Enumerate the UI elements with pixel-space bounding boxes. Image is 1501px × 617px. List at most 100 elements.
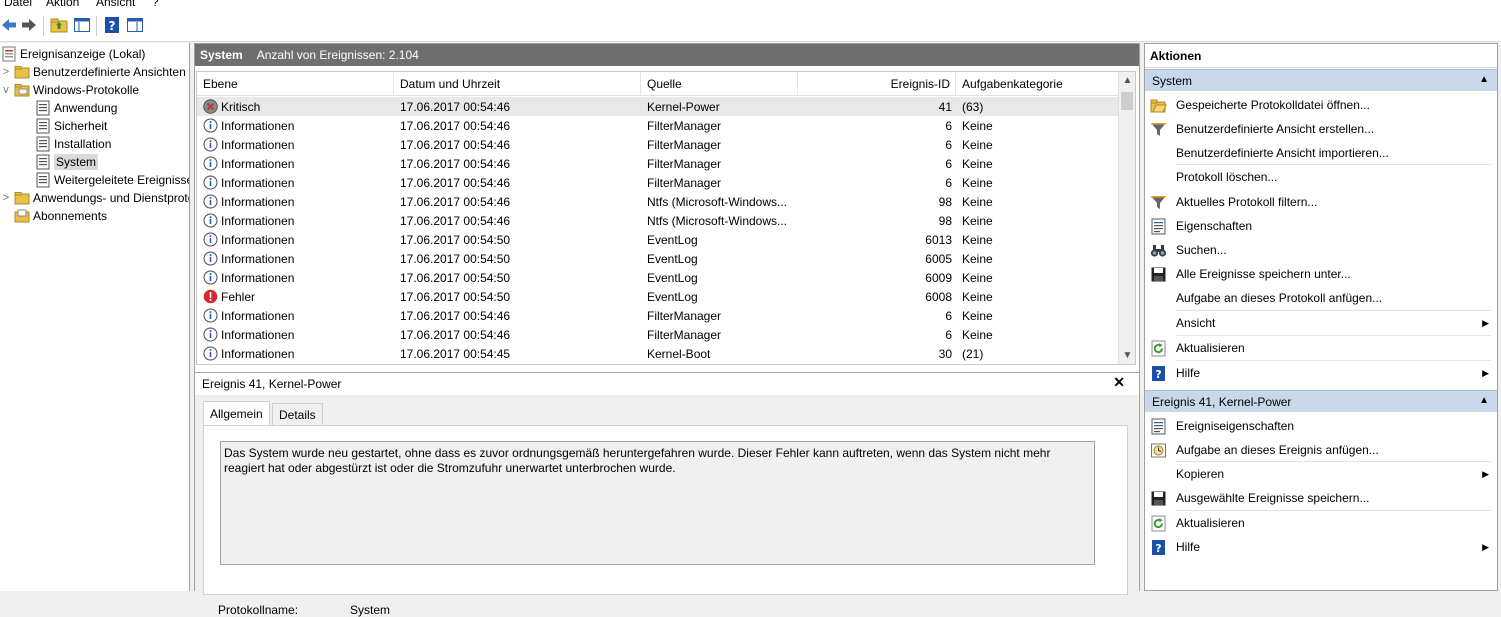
- table-row[interactable]: Informationen 17.06.2017 00:54:46 FilterMa…: [197, 173, 1119, 192]
- table-row[interactable]: Informationen 17.06.2017 00:54:46 FilterMa…: [197, 154, 1119, 173]
- action-item[interactable]: Protokoll löschen...: [1145, 165, 1497, 189]
- tree-item-forwarded-events[interactable]: Weitergeleitete Ereignisse: [35, 171, 189, 189]
- table-row[interactable]: Fehler 17.06.2017 00:54:50 EventLog 6008 Kei…: [197, 287, 1119, 306]
- menu-ansicht[interactable]: Ansicht: [96, 0, 135, 9]
- action-item[interactable]: Aufgabe an dieses Ereignis anfügen...: [1145, 438, 1497, 462]
- expand-chevron-icon[interactable]: >: [1, 66, 11, 78]
- folder-open-icon: [14, 82, 30, 98]
- table-row[interactable]: Informationen 17.06.2017 00:54:46 FilterMa…: [197, 135, 1119, 154]
- cell-id: 98: [798, 192, 952, 211]
- action-item[interactable]: Gespeicherte Protokolldatei öffnen...: [1145, 93, 1497, 117]
- table-row[interactable]: Kritisch 17.06.2017 00:54:46 Kernel-Power 4…: [197, 97, 1119, 116]
- tree-item-system[interactable]: System: [35, 153, 99, 171]
- cell-text: 6: [945, 175, 952, 190]
- action-item[interactable]: Aktualisieren: [1145, 511, 1497, 535]
- tree-item-label: Anwendungs- und Dienstprotokolle: [33, 191, 189, 205]
- tree-item-installation[interactable]: Installation: [35, 135, 111, 153]
- event-description[interactable]: Das System wurde neu gestartet, ohne das…: [220, 441, 1095, 565]
- action-item[interactable]: Benutzerdefinierte Ansicht erstellen...: [1145, 117, 1497, 141]
- info-icon: [203, 308, 218, 323]
- forward-button[interactable]: [20, 16, 38, 34]
- field-protokollname-value[interactable]: System: [350, 603, 390, 617]
- action-item[interactable]: Ansicht ▶: [1145, 311, 1497, 335]
- action-item[interactable]: ? Hilfe ▶: [1145, 535, 1497, 559]
- collapse-chevron-icon[interactable]: v: [1, 84, 11, 96]
- event-grid: Ebene Datum und Uhrzeit Quelle Ereignis-…: [196, 71, 1136, 365]
- table-row[interactable]: Informationen 17.06.2017 00:54:46 Ntfs (Mi…: [197, 211, 1119, 230]
- up-folder-button[interactable]: [50, 16, 68, 34]
- cell-date: 17.06.2017 00:54:50: [400, 287, 640, 306]
- close-detail-icon[interactable]: ✕: [1113, 374, 1125, 391]
- cell-category: Keine: [962, 268, 1112, 287]
- action-item[interactable]: Alle Ereignisse speichern unter...: [1145, 262, 1497, 286]
- cell-text: 6: [945, 137, 952, 152]
- table-row[interactable]: Informationen 17.06.2017 00:54:46 Ntfs (Mi…: [197, 192, 1119, 211]
- tree-item-custom-views[interactable]: > Benutzerdefinierte Ansichten: [1, 63, 186, 81]
- action-item[interactable]: Kopieren ▶: [1145, 462, 1497, 486]
- cell-category: Keine: [962, 135, 1112, 154]
- tree-item-subscriptions[interactable]: Abonnements: [14, 207, 107, 225]
- error-icon: [203, 289, 218, 304]
- action-item[interactable]: Suchen...: [1145, 238, 1497, 262]
- cell-text: 17.06.2017 00:54:46: [400, 213, 511, 228]
- tree-root[interactable]: Ereignisanzeige (Lokal): [1, 45, 145, 63]
- action-label: Kopieren: [1176, 467, 1225, 481]
- help-toolbar-button[interactable]: ?: [103, 16, 121, 34]
- log-icon: [35, 136, 51, 152]
- tree-item-anwendung[interactable]: Anwendung: [35, 99, 117, 117]
- filter-icon: [1150, 121, 1167, 138]
- action-label: Ereigniseigenschaften: [1176, 419, 1295, 433]
- table-row[interactable]: Informationen 17.06.2017 00:54:46 FilterMa…: [197, 306, 1119, 325]
- cell-date: 17.06.2017 00:54:46: [400, 116, 640, 135]
- cell-text: Informationen: [221, 156, 295, 171]
- cell-text: Informationen: [221, 213, 295, 228]
- collapse-caret-icon[interactable]: ▲: [1479, 395, 1489, 406]
- cell-text: 98: [938, 213, 952, 228]
- back-button[interactable]: [0, 16, 18, 34]
- table-row[interactable]: Informationen 17.06.2017 00:54:50 EventLog…: [197, 249, 1119, 268]
- action-item[interactable]: Ausgewählte Ereignisse speichern...: [1145, 486, 1497, 510]
- tree-item-sicherheit[interactable]: Sicherheit: [35, 117, 107, 135]
- actions-section-event[interactable]: Ereignis 41, Kernel-Power ▲: [1145, 390, 1497, 412]
- tree-item-app-service-logs[interactable]: > Anwendungs- und Dienstprotokolle: [1, 189, 189, 207]
- cell-level: Informationen: [203, 344, 393, 363]
- menu-datei[interactable]: Datei: [4, 0, 32, 9]
- col-header-kategorie[interactable]: Aufgabenkategorie: [956, 72, 1119, 96]
- cell-text: 17.06.2017 00:54:46: [400, 308, 511, 323]
- action-item[interactable]: Aktualisieren: [1145, 336, 1497, 360]
- action-pane-button[interactable]: [126, 16, 144, 34]
- col-header-quelle[interactable]: Quelle: [641, 72, 798, 96]
- tree-item-windows-logs[interactable]: v Windows-Protokolle: [1, 81, 139, 99]
- table-row[interactable]: Informationen 17.06.2017 00:54:50 EventLog…: [197, 230, 1119, 249]
- tab-allgemein[interactable]: Allgemein: [203, 401, 270, 425]
- menu-aktion[interactable]: Aktion: [46, 0, 79, 9]
- expand-chevron-icon[interactable]: >: [1, 192, 11, 204]
- col-header-datum[interactable]: Datum und Uhrzeit: [394, 72, 641, 96]
- col-header-id[interactable]: Ereignis-ID: [798, 72, 956, 96]
- actions-section-system[interactable]: System ▲: [1145, 69, 1497, 91]
- action-item[interactable]: Benutzerdefinierte Ansicht importieren..…: [1145, 141, 1497, 165]
- scroll-up-arrow-icon[interactable]: ▲: [1119, 72, 1135, 89]
- console-tree-button[interactable]: [73, 16, 91, 34]
- table-row[interactable]: Informationen 17.06.2017 00:54:50 EventLog…: [197, 268, 1119, 287]
- scroll-thumb[interactable]: [1121, 92, 1133, 110]
- scroll-down-arrow-icon[interactable]: ▼: [1119, 347, 1135, 364]
- action-item[interactable]: Aufgabe an dieses Protokoll anfügen...: [1145, 286, 1497, 310]
- tree-item-label: Abonnements: [33, 209, 108, 223]
- tab-details[interactable]: Details: [272, 403, 323, 425]
- cell-text: 17.06.2017 00:54:46: [400, 327, 511, 342]
- action-item[interactable]: Ereigniseigenschaften: [1145, 414, 1497, 438]
- table-row[interactable]: Informationen 17.06.2017 00:54:46 FilterMa…: [197, 116, 1119, 135]
- menu-help[interactable]: ?: [152, 0, 159, 9]
- col-header-ebene[interactable]: Ebene: [197, 72, 394, 96]
- grid-vertical-scrollbar[interactable]: ▲ ▼: [1118, 72, 1135, 364]
- table-row[interactable]: Informationen 17.06.2017 00:54:45 Kernel-B…: [197, 344, 1119, 363]
- save-icon: [1150, 266, 1167, 283]
- collapse-caret-icon[interactable]: ▲: [1479, 74, 1489, 85]
- cell-id: 41: [798, 97, 952, 116]
- action-item[interactable]: Aktuelles Protokoll filtern...: [1145, 190, 1497, 214]
- action-item[interactable]: ? Hilfe ▶: [1145, 361, 1497, 385]
- action-item[interactable]: Eigenschaften: [1145, 214, 1497, 238]
- table-row[interactable]: Informationen 17.06.2017 00:54:46 FilterMa…: [197, 325, 1119, 344]
- menubar: Datei Aktion Ansicht ?: [0, 0, 1501, 10]
